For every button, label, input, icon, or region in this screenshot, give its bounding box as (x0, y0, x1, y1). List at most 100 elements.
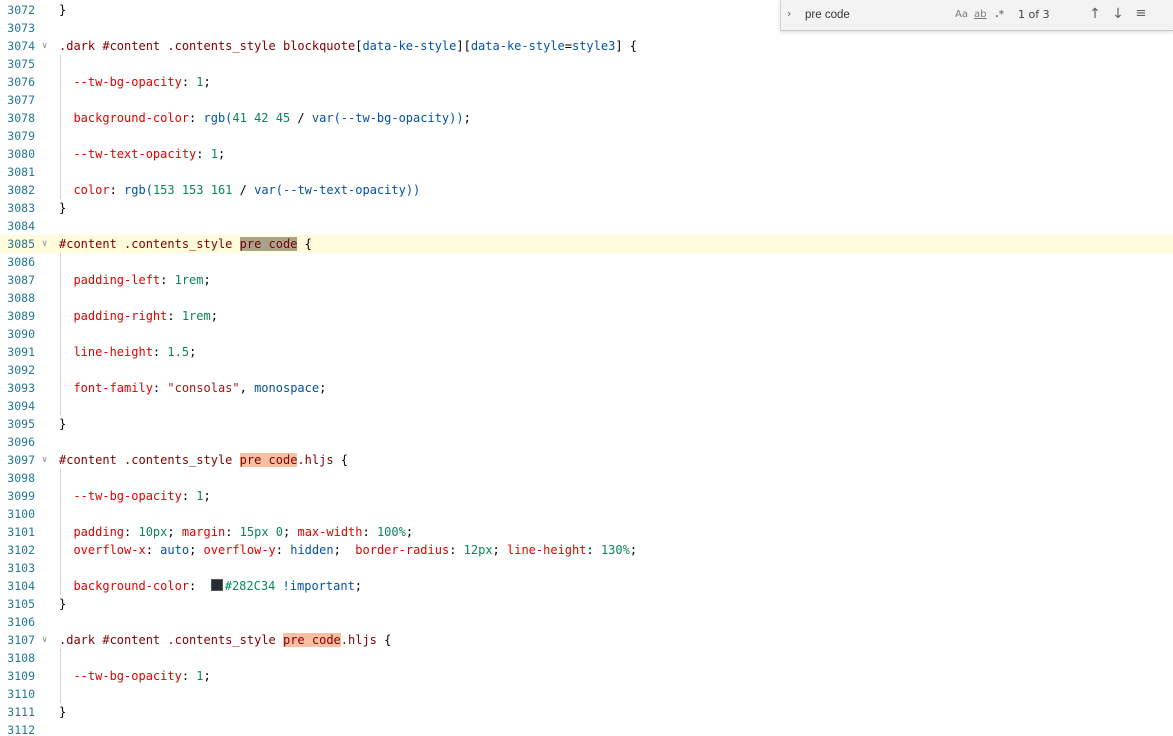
code-line[interactable]: 3090 (0, 325, 1173, 343)
code-token: .dark #content .contents_style (59, 633, 283, 647)
code-token: : (109, 183, 125, 197)
code-token: "consolas" (167, 381, 240, 395)
code-line[interactable]: 3094 (0, 397, 1173, 415)
code-token: 1 (210, 147, 218, 161)
code-line[interactable]: 3104 background-color: #282C34 !importan… (0, 577, 1173, 595)
code-line[interactable]: 3110 (0, 685, 1173, 703)
code-line[interactable]: 3086 (0, 253, 1173, 271)
code-token: { (376, 633, 392, 647)
code-line[interactable]: 3077 (0, 91, 1173, 109)
code-line[interactable]: 3101 padding: 10px; margin: 15px 0; max-… (0, 523, 1173, 541)
indent-guide (60, 253, 61, 271)
code-token: data-ke-style (362, 39, 457, 53)
code-token: ; (210, 309, 218, 323)
code-line[interactable]: 3092 (0, 361, 1173, 379)
code-token: style3 (571, 39, 616, 53)
code-text: } (59, 1, 66, 19)
code-token: / (290, 111, 312, 125)
code-token: .hljs (340, 633, 377, 647)
fold-chevron-icon[interactable]: ∨ (42, 37, 52, 55)
code-token: line-height (59, 345, 153, 359)
code-line[interactable]: 3079 (0, 127, 1173, 145)
code-token: : (225, 525, 240, 539)
arrow-up-icon[interactable]: ↑ (1087, 6, 1103, 22)
indent-guide (60, 127, 61, 145)
find-in-selection-icon[interactable]: ≡ (1133, 6, 1149, 22)
regex-toggle[interactable]: .* (995, 8, 1004, 22)
match-case-toggle[interactable]: Aa (955, 8, 968, 22)
line-number: 3087 (7, 273, 35, 287)
code-line[interactable]: 3088 (0, 289, 1173, 307)
line-number: 3108 (7, 651, 35, 665)
code-line[interactable]: 3095} (0, 415, 1173, 433)
code-editor[interactable]: 3072} 3073 3074 ∨ .dark #content .contents_s… (0, 0, 1173, 736)
code-token: 1rem (181, 309, 211, 323)
code-line[interactable]: 3081 (0, 163, 1173, 181)
line-number: 3100 (7, 507, 35, 521)
code-line[interactable]: 3103 (0, 559, 1173, 577)
find-input[interactable] (803, 4, 949, 26)
code-line[interactable]: 3097 ∨ #content .contents_style pre code.h… (0, 451, 1173, 469)
code-text: color: rgb(153 153 161 / var(--tw-text-o… (59, 181, 420, 199)
indent-guide (60, 649, 61, 667)
code-line[interactable]: 3093 font-family: "consolas", monospace; (0, 379, 1173, 397)
code-text: .dark #content .contents_style pre code.… (59, 631, 391, 649)
indent-guide (60, 397, 61, 415)
code-token: : (124, 525, 139, 539)
code-line[interactable]: 3100 (0, 505, 1173, 523)
code-line[interactable]: 3102 overflow-x: auto; overflow-y: hidde… (0, 541, 1173, 559)
code-line[interactable]: 3074 ∨ .dark #content .contents_style bloc… (0, 37, 1173, 55)
line-number: 3082 (7, 183, 35, 197)
line-number: 3112 (7, 723, 35, 736)
code-line[interactable]: 3080 --tw-text-opacity: 1; (0, 145, 1173, 163)
whole-word-toggle[interactable]: ab (974, 8, 986, 22)
line-number: 3077 (7, 93, 35, 107)
indent-guide (60, 469, 61, 487)
code-line[interactable]: 3089 padding-right: 1rem; (0, 307, 1173, 325)
code-line[interactable]: 3098 (0, 469, 1173, 487)
code-line[interactable]: 3108 (0, 649, 1173, 667)
code-line[interactable]: 3096 (0, 433, 1173, 451)
code-line[interactable]: 3091 line-height: 1.5; (0, 343, 1173, 361)
code-text: } (59, 703, 66, 721)
code-line[interactable]: 3075 (0, 55, 1173, 73)
code-line[interactable]: 3082 color: rgb(153 153 161 / var(--tw-t… (0, 181, 1173, 199)
color-swatch[interactable] (210, 579, 223, 591)
code-token: background-color (59, 579, 190, 593)
code-line[interactable]: 3106 (0, 613, 1173, 631)
indent-guide (60, 55, 61, 73)
code-line[interactable]: 3078 background-color: rgb(41 42 45 / va… (0, 109, 1173, 127)
code-token: } (59, 597, 67, 611)
code-token: border-radius (355, 543, 450, 557)
fold-chevron-icon[interactable]: ∨ (42, 235, 52, 253)
code-line[interactable]: 3109 --tw-bg-opacity: 1; (0, 667, 1173, 685)
code-line[interactable]: 3083} (0, 199, 1173, 217)
fold-chevron-icon[interactable]: ∨ (42, 451, 52, 469)
code-line[interactable]: 3112 (0, 721, 1173, 736)
code-line[interactable]: 3087 padding-left: 1rem; (0, 271, 1173, 289)
code-line[interactable]: 3099 --tw-bg-opacity: 1; (0, 487, 1173, 505)
code-line[interactable]: 3111} (0, 703, 1173, 721)
code-token: : (362, 525, 377, 539)
code-token: hidden (290, 543, 334, 557)
code-token: : (181, 489, 197, 503)
fold-chevron-icon[interactable]: ∨ (42, 631, 52, 649)
chevron-right-icon[interactable]: › (787, 7, 797, 21)
code-text: --tw-text-opacity: 1; (59, 145, 225, 163)
code-token: --tw-text-opacity (59, 147, 197, 161)
code-token: 1rem (174, 273, 204, 287)
line-number: 3086 (7, 255, 35, 269)
code-line[interactable]: 3107 ∨ .dark #content .contents_style pre … (0, 631, 1173, 649)
code-line[interactable]: 3105} (0, 595, 1173, 613)
code-text: #content .contents_style pre code.hljs { (59, 451, 348, 469)
line-number: 3098 (7, 471, 35, 485)
code-line[interactable]: 3084 (0, 217, 1173, 235)
line-number: 3102 (7, 543, 35, 557)
code-line[interactable]: 3085 ∨ #content .contents_style pre code { (0, 235, 1173, 253)
arrow-down-icon[interactable]: ↓ (1110, 6, 1126, 22)
code-line[interactable]: 3076 --tw-bg-opacity: 1; (0, 73, 1173, 91)
code-text: background-color: #282C34 !important; (59, 577, 362, 595)
code-token: : (196, 147, 211, 161)
code-text: font-family: "consolas", monospace; (59, 379, 326, 397)
code-token: : (152, 381, 168, 395)
